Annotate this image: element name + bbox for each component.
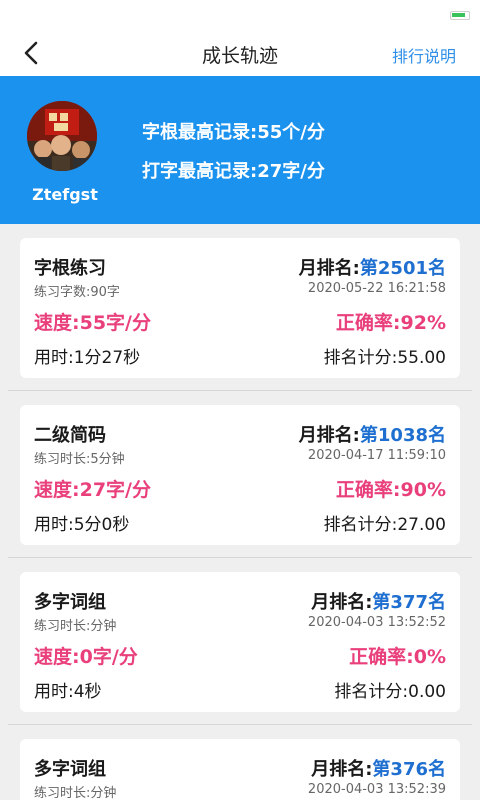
typing-record: 打字最高记录:27字/分 xyxy=(142,161,325,182)
month-rank-label: 月排名: xyxy=(311,592,373,613)
profile-header: Ztefgst 字根最高记录:55个/分 打字最高记录:27字/分 xyxy=(0,76,480,224)
month-rank-value: 第1038名 xyxy=(359,425,446,446)
month-rank: 月排名:第376名 xyxy=(311,755,446,781)
time-used: 用时:1分27秒 xyxy=(34,348,141,368)
record-card[interactable]: 字根练习 月排名:第2501名 练习字数:90字 2020-05-22 16:2… xyxy=(20,238,460,378)
practice-detail: 练习时长:分钟 xyxy=(34,786,117,800)
root-record: 字根最高记录:55个/分 xyxy=(142,122,325,143)
rank-score: 排名计分:27.00 xyxy=(323,515,446,535)
speed: 速度:27字/分 xyxy=(34,479,151,501)
month-rank-label: 月排名: xyxy=(298,425,360,446)
practice-detail: 练习时长:5分钟 xyxy=(34,452,125,467)
practice-type: 二级简码 xyxy=(34,425,106,446)
time-used: 用时:4秒 xyxy=(34,682,102,702)
accuracy: 正确率:0% xyxy=(349,646,446,668)
month-rank: 月排名:第2501名 xyxy=(299,254,446,280)
divider xyxy=(8,390,472,391)
month-rank-label: 月排名: xyxy=(311,759,373,780)
battery-icon xyxy=(450,11,470,20)
username: Ztefgst xyxy=(32,185,98,204)
accuracy: 正确率:90% xyxy=(335,479,446,501)
chevron-left-icon xyxy=(24,41,38,65)
practice-date: 2020-04-03 13:52:39 xyxy=(307,782,446,797)
practice-type: 多字词组 xyxy=(34,592,106,613)
status-bar xyxy=(0,0,480,30)
rank-score: 排名计分:55.00 xyxy=(323,348,446,368)
avatar-image xyxy=(27,101,97,171)
speed: 速度:55字/分 xyxy=(34,312,151,334)
month-rank-label: 月排名: xyxy=(298,258,360,279)
divider xyxy=(8,557,472,558)
record-card[interactable]: 多字词组 月排名:第377名 练习时长:分钟 2020-04-03 13:52:… xyxy=(20,572,460,712)
practice-date: 2020-04-17 11:59:10 xyxy=(307,448,446,463)
practice-type: 字根练习 xyxy=(34,258,106,279)
practice-type: 多字词组 xyxy=(34,759,106,780)
month-rank: 月排名:第1038名 xyxy=(299,421,446,447)
record-card[interactable]: 多字词组 月排名:第376名 练习时长:分钟 2020-04-03 13:52:… xyxy=(20,739,460,800)
record-card[interactable]: 二级简码 月排名:第1038名 练习时长:5分钟 2020-04-17 11:5… xyxy=(20,405,460,545)
practice-detail: 练习时长:分钟 xyxy=(34,619,117,634)
month-rank-value: 第2501名 xyxy=(359,258,446,279)
practice-date: 2020-05-22 16:21:58 xyxy=(307,281,446,296)
practice-date: 2020-04-03 13:52:52 xyxy=(307,615,446,630)
month-rank-value: 第376名 xyxy=(372,759,446,780)
page-title: 成长轨迹 xyxy=(201,45,278,67)
divider xyxy=(8,724,472,725)
speed: 速度:0字/分 xyxy=(34,646,138,668)
back-button[interactable] xyxy=(18,39,46,67)
avatar[interactable] xyxy=(27,101,97,171)
time-used: 用时:5分0秒 xyxy=(34,515,130,535)
ranking-explanation-link[interactable]: 排行说明 xyxy=(392,43,456,67)
nav-bar: 成长轨迹 排行说明 xyxy=(0,30,480,76)
month-rank: 月排名:第377名 xyxy=(311,588,446,614)
rank-score: 排名计分:0.00 xyxy=(334,682,446,702)
accuracy: 正确率:92% xyxy=(335,312,446,334)
practice-detail: 练习字数:90字 xyxy=(34,285,120,300)
month-rank-value: 第377名 xyxy=(372,592,446,613)
